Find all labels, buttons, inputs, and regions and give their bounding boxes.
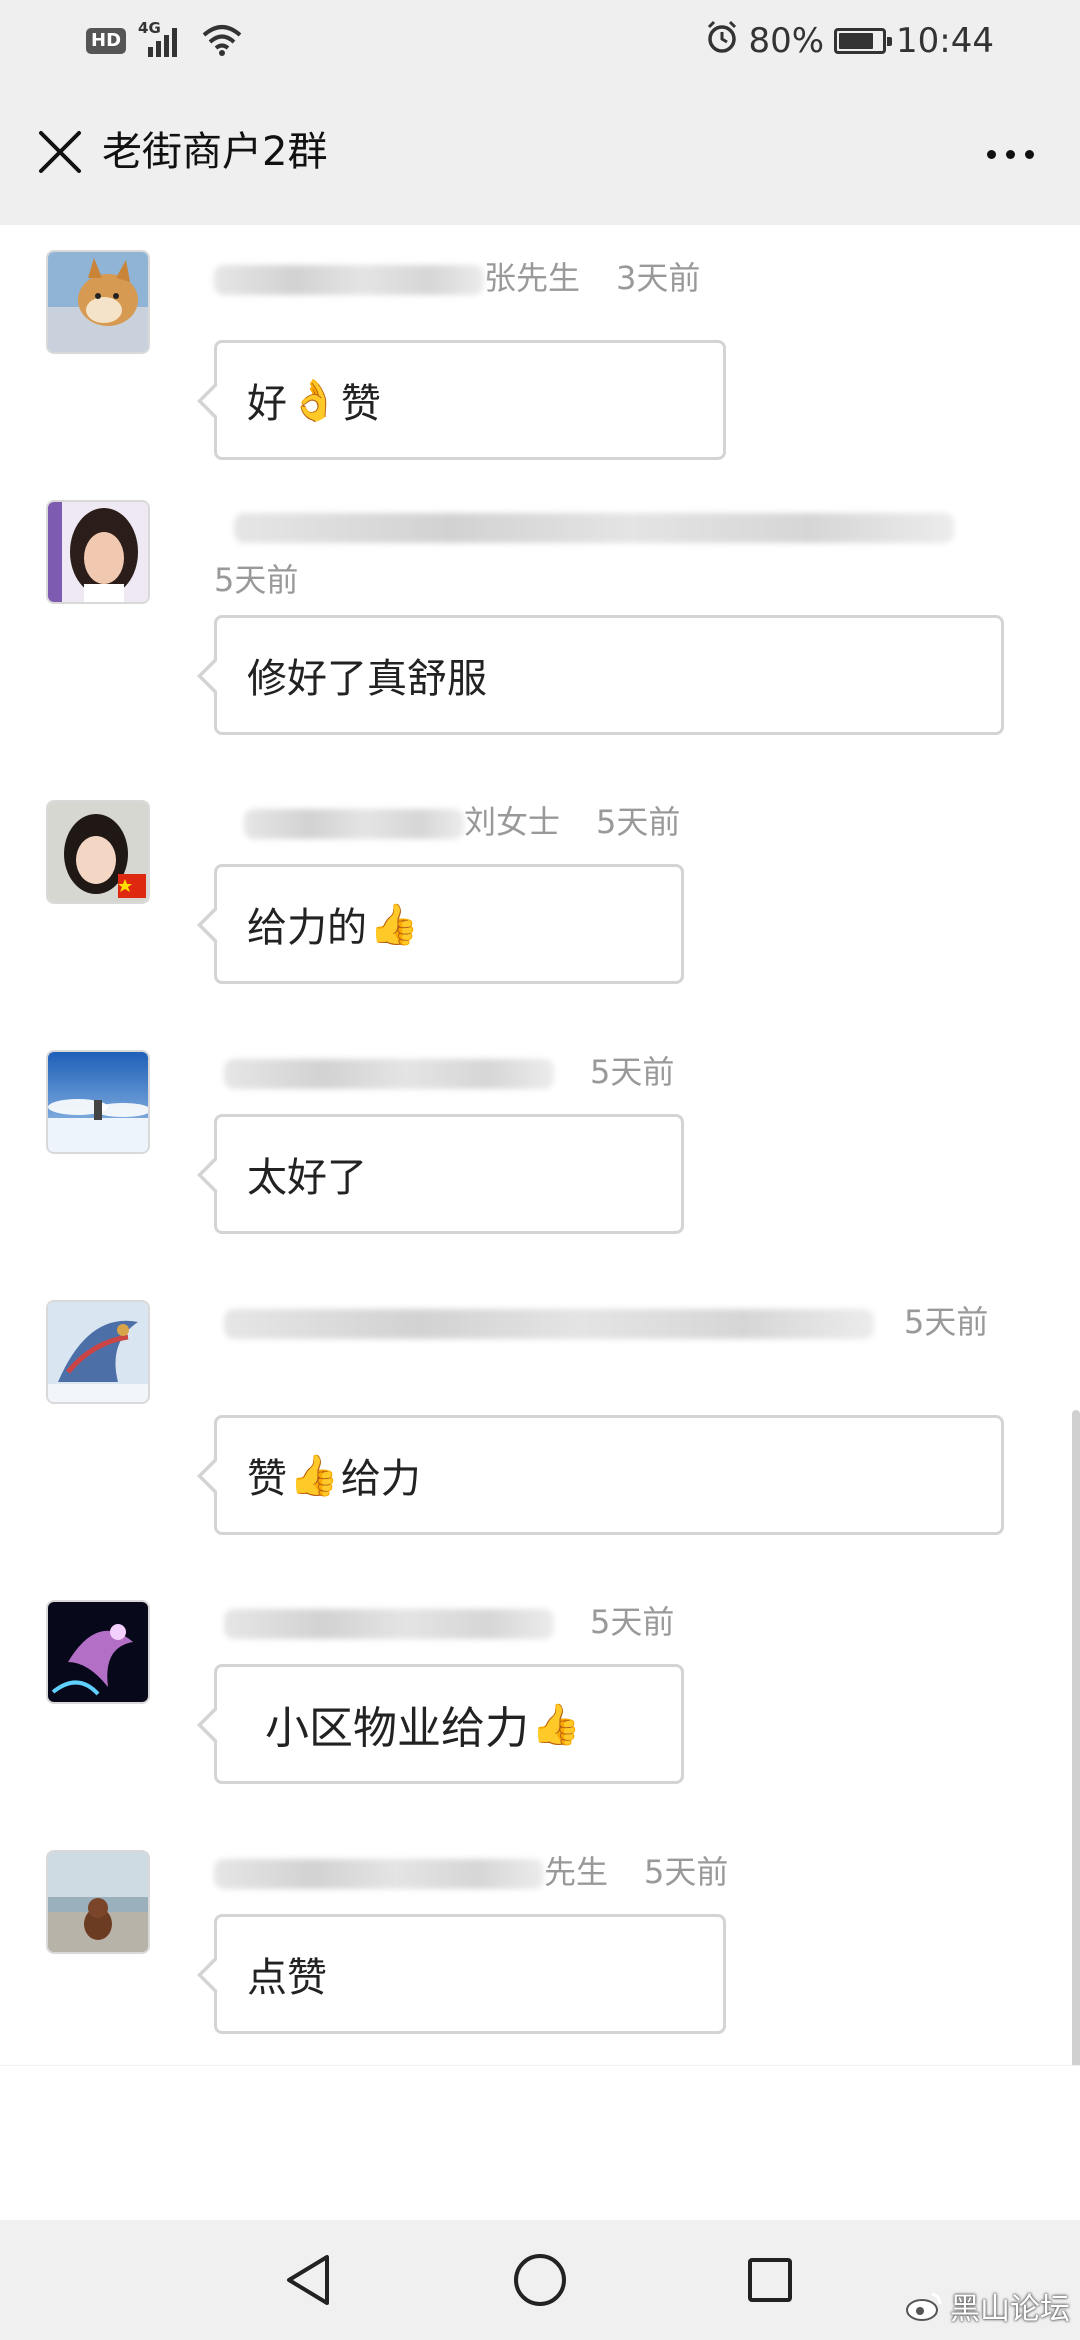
sender-name-redacted xyxy=(224,1309,874,1339)
message-time: 5天前 xyxy=(904,1303,989,1341)
sender-name: 先生 xyxy=(544,1853,609,1891)
sender-name-redacted xyxy=(214,1859,544,1889)
message-text: 好 xyxy=(247,381,287,427)
message-bubble[interactable]: 好 👌 赞 xyxy=(197,340,726,460)
thumbs-up-emoji: 👍 xyxy=(531,1701,581,1748)
close-button[interactable] xyxy=(30,122,90,182)
clock: 10:44 xyxy=(896,21,994,61)
message-bubble[interactable]: 点赞 xyxy=(197,1914,726,2034)
weibo-icon xyxy=(906,2292,942,2321)
more-icon-dot xyxy=(986,149,996,159)
page-title: 老街商户2群 xyxy=(102,129,328,175)
scrollbar[interactable] xyxy=(1072,1410,1080,2070)
battery-percent: 80% xyxy=(748,21,825,61)
dog-seaside-avatar[interactable] xyxy=(46,1850,150,1954)
home-button[interactable] xyxy=(508,2248,572,2312)
hd-icon: HD xyxy=(86,28,127,54)
message-time: 5天前 xyxy=(644,1853,729,1891)
sender-meta: 5天前 xyxy=(214,504,974,602)
sender-name-redacted xyxy=(234,513,954,543)
message-text: 赞 xyxy=(247,1456,287,1502)
sender-name: 张先生 xyxy=(484,259,581,297)
message-text: 小区物业给力 xyxy=(265,1703,529,1754)
message-text: 太好了 xyxy=(247,1155,367,1201)
message-text: 修好了真舒服 xyxy=(247,656,487,702)
sender-name-redacted xyxy=(214,265,484,295)
sender-meta: 5天前 xyxy=(214,1600,674,1644)
recents-button[interactable] xyxy=(738,2248,802,2312)
more-icon-dot xyxy=(1024,149,1034,159)
message-text: 给力的 xyxy=(247,905,367,951)
message-text-tail: 给力 xyxy=(340,1456,421,1502)
sender-meta: 张先生 3天前 xyxy=(214,256,700,300)
watermark: 黑山论坛 xyxy=(904,2284,1070,2328)
sender-meta: 刘女士 5天前 xyxy=(214,800,680,844)
message-bubble[interactable]: 赞 👍 给力 xyxy=(197,1415,1004,1535)
message-time: 5天前 xyxy=(214,561,299,599)
message-time: 5天前 xyxy=(596,803,681,841)
ok-hand-emoji: 👌 xyxy=(289,377,339,424)
message-bubble[interactable]: 给力的 👍 xyxy=(197,864,684,984)
home-icon xyxy=(514,2254,566,2306)
battery-icon xyxy=(834,28,893,54)
shiba-dog-avatar[interactable] xyxy=(46,250,150,354)
alarm-icon xyxy=(706,20,738,63)
message-bubble[interactable]: 修好了真舒服 xyxy=(197,615,1004,735)
more-icon-dot xyxy=(1005,149,1015,159)
sender-meta: 5天前 xyxy=(214,1300,1004,1344)
sender-name: 刘女士 xyxy=(464,803,561,841)
sender-name-redacted xyxy=(224,1609,554,1639)
back-button[interactable] xyxy=(276,2248,340,2312)
message-time: 3天前 xyxy=(616,259,701,297)
more-button[interactable] xyxy=(970,124,1050,184)
recents-icon xyxy=(748,2258,792,2302)
message-time: 5天前 xyxy=(590,1053,675,1091)
message-text: 点赞 xyxy=(247,1955,327,2001)
lantern-avatar[interactable] xyxy=(46,1600,150,1704)
system-nav-bar: 黑山论坛 xyxy=(0,2220,1080,2340)
title-bar: 老街商户2群 xyxy=(0,80,1080,225)
wifi-icon xyxy=(200,21,244,61)
sender-name-redacted xyxy=(224,1059,554,1089)
back-icon xyxy=(287,2255,329,2305)
battery-fill xyxy=(839,33,874,49)
close-icon xyxy=(39,131,81,173)
message-bubble[interactable]: 太好了 xyxy=(197,1114,684,1234)
woman-portrait-avatar[interactable] xyxy=(46,500,150,604)
dragon-avatar[interactable] xyxy=(46,1300,150,1404)
sender-meta: 先生 5天前 xyxy=(214,1850,728,1894)
thumbs-up-emoji: 👍 xyxy=(369,901,419,948)
sky-avatar[interactable] xyxy=(46,1050,150,1154)
message-time: 5天前 xyxy=(590,1603,675,1641)
sender-meta: 5天前 xyxy=(214,1050,674,1094)
chat-list[interactable]: 张先生 3天前 好 👌 赞 5天前 修好了真舒服 刘女士 5天前 给力的 👍 5… xyxy=(0,225,1080,2065)
status-left: HD 4G xyxy=(86,19,244,62)
watermark-text: 黑山论坛 xyxy=(950,2292,1070,2327)
thumbs-up-emoji: 👍 xyxy=(289,1452,339,1499)
girl-flag-avatar[interactable] xyxy=(46,800,150,904)
message-text-tail: 赞 xyxy=(340,381,381,427)
input-area xyxy=(0,2065,1080,2221)
sender-name-redacted xyxy=(244,809,464,839)
message-bubble[interactable]: 小区物业给力 👍 xyxy=(197,1664,684,1784)
signal-icon: 4G xyxy=(138,19,188,59)
status-bar: HD 4G 80% 10:44 xyxy=(0,0,1080,80)
status-right: 80% 10:44 xyxy=(706,18,994,64)
